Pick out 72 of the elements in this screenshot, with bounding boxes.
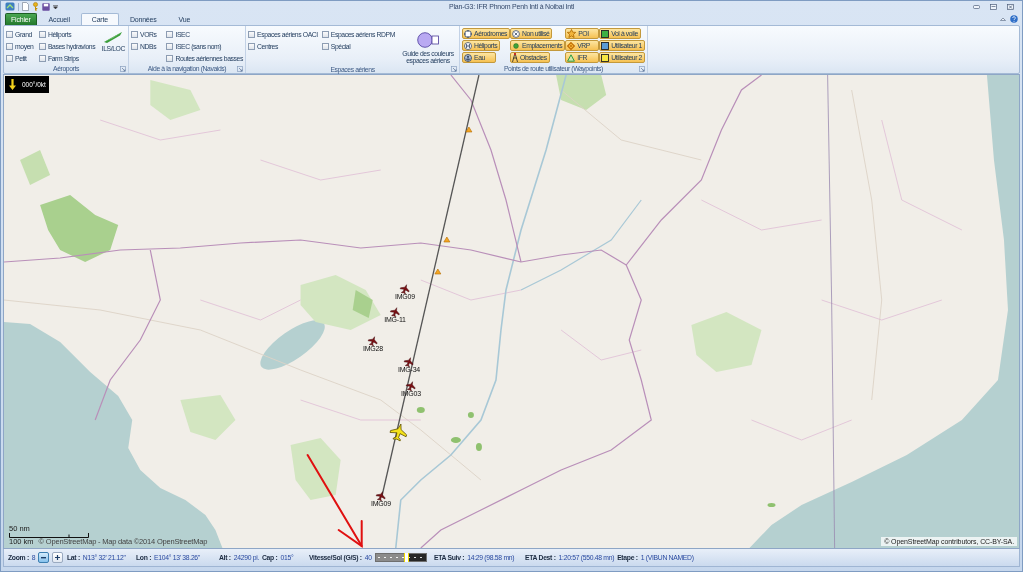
restore-button[interactable] (987, 2, 999, 11)
app-icon (5, 2, 15, 11)
checkbox[interactable] (248, 42, 255, 50)
launcher-icon (451, 66, 457, 73)
triangle-icon (567, 53, 576, 62)
help-icon (1010, 14, 1018, 23)
checkbox[interactable] (166, 30, 174, 38)
triangle-marker-icon (443, 236, 451, 243)
checkbox[interactable] (166, 42, 174, 50)
speed-slider[interactable] (374, 553, 427, 562)
slider-thumb[interactable] (403, 553, 409, 562)
checkbox[interactable] (321, 30, 329, 38)
checkbox[interactable] (38, 54, 46, 62)
app-button[interactable] (5, 2, 15, 11)
shapes-icon (417, 32, 439, 48)
zoom-out-button[interactable] (38, 552, 50, 563)
checkbox[interactable] (166, 54, 174, 62)
square-icon (601, 53, 610, 62)
checkbox[interactable] (321, 42, 329, 50)
caret-icon (53, 4, 58, 9)
close-button[interactable] (1004, 2, 1016, 11)
key-icon (32, 2, 39, 11)
checkbox[interactable] (38, 30, 46, 38)
wedge-icon (104, 32, 123, 43)
plus-icon (55, 555, 61, 560)
dialog-launcher[interactable] (451, 66, 457, 73)
tower-icon (512, 53, 519, 62)
plane-marker-icon[interactable] (368, 336, 378, 346)
launcher-icon (120, 65, 126, 72)
dialog-launcher[interactable] (237, 65, 243, 72)
collapse-ribbon-button[interactable] (1000, 16, 1006, 21)
zoom-in-button[interactable] (52, 552, 64, 563)
checkbox[interactable] (6, 42, 13, 50)
plane-marker-icon[interactable] (376, 491, 386, 501)
triangle-marker-icon (434, 268, 442, 275)
customize-button[interactable] (53, 4, 58, 9)
anchor-icon (464, 53, 472, 62)
triangle-marker-icon (465, 126, 473, 133)
save-icon (42, 2, 50, 11)
checkbox[interactable] (6, 30, 13, 38)
launcher-icon (237, 65, 243, 72)
minus-icon (41, 556, 47, 559)
checkbox[interactable] (248, 30, 255, 38)
launcher-icon (638, 65, 645, 72)
aerodrome-icon (464, 29, 472, 38)
minimize-icon (972, 4, 980, 9)
help-button[interactable] (1010, 14, 1018, 23)
airplane-icon[interactable] (389, 423, 407, 442)
arrow-down-icon (9, 79, 16, 90)
checkbox[interactable] (38, 42, 46, 50)
new-button[interactable] (22, 2, 29, 11)
caret-up-icon (1000, 16, 1006, 21)
close-icon (1006, 3, 1014, 10)
document-icon (22, 2, 29, 11)
plane-marker-icon[interactable] (400, 284, 410, 294)
checkbox[interactable] (131, 42, 138, 50)
star-icon (567, 29, 577, 38)
restore-icon (989, 3, 997, 10)
save-button[interactable] (42, 2, 50, 11)
square-icon (601, 29, 610, 38)
plane-marker-icon[interactable] (406, 381, 416, 391)
dot-icon (512, 41, 521, 50)
square-icon (601, 41, 610, 50)
checkbox[interactable] (131, 30, 138, 38)
checkbox[interactable] (6, 54, 13, 62)
dialog-launcher[interactable] (120, 65, 126, 72)
plane-marker-icon[interactable] (404, 357, 414, 367)
cross-circle-icon (512, 29, 521, 38)
diamond-icon (567, 41, 576, 50)
plane-marker-icon[interactable] (390, 307, 400, 317)
dialog-launcher[interactable] (638, 65, 645, 72)
heliport-icon (464, 41, 472, 50)
